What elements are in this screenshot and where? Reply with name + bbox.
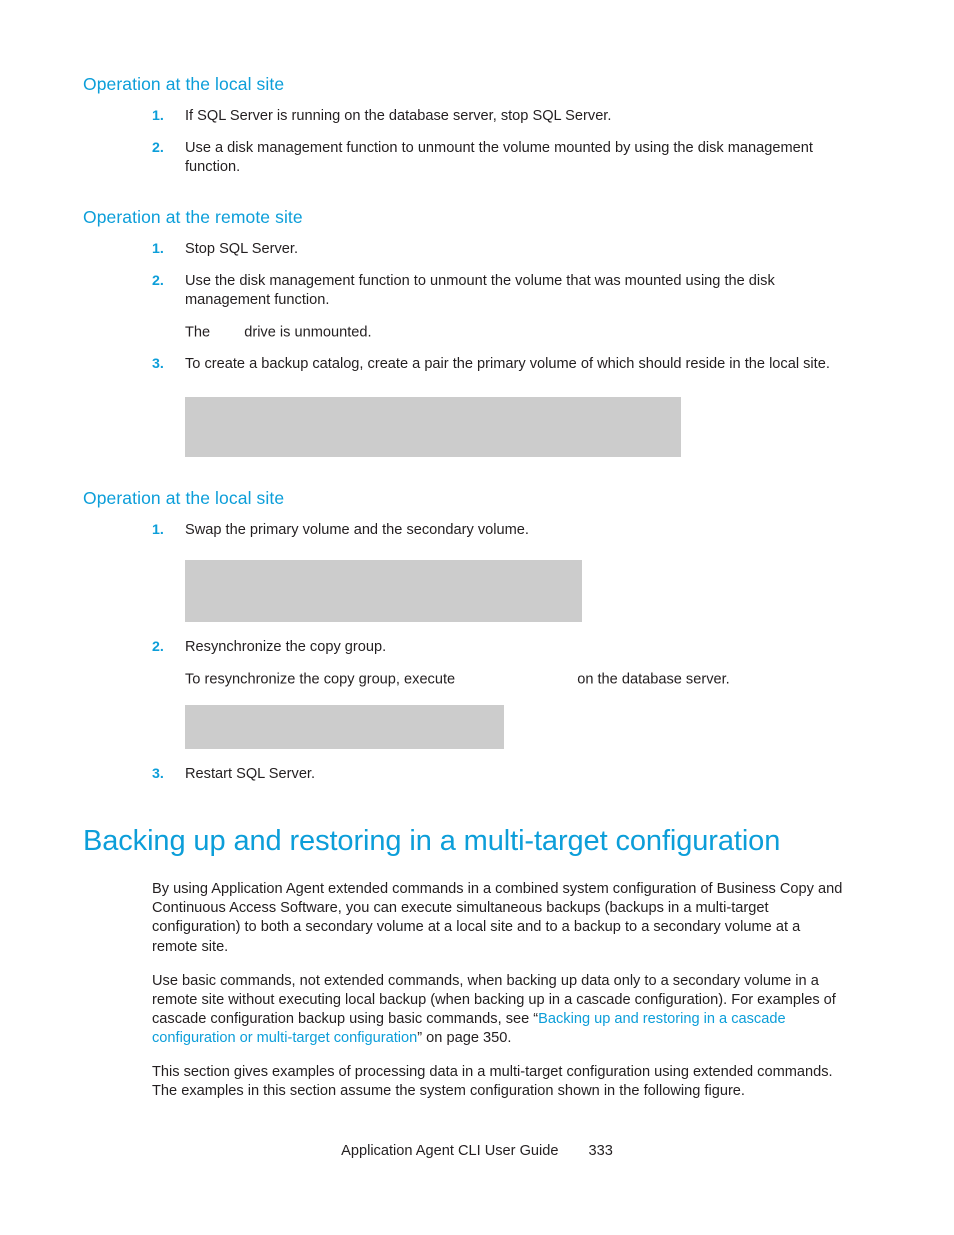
list-item: 2. Use the disk management function to u…	[152, 272, 843, 343]
page-content: Operation at the local site 1. If SQL Se…	[83, 74, 843, 1101]
list-item-text: Resynchronize the copy group.	[185, 638, 387, 655]
list-item-text: Use the disk management function to unmo…	[185, 272, 775, 308]
steps-local-site-2: 1. Swap the primary volume and the secon…	[83, 521, 843, 540]
footer-guide-title: Application Agent CLI User Guide	[341, 1143, 559, 1159]
note-suffix: drive is unmounted.	[244, 324, 372, 341]
list-marker: 2.	[152, 272, 164, 289]
page-title-backing-up-multi-target: Backing up and restoring in a multi-targ…	[83, 825, 781, 858]
list-marker: 3.	[152, 766, 164, 783]
list-item-text: Stop SQL Server.	[185, 240, 299, 257]
list-item-note: The drive is unmounted.	[185, 322, 843, 343]
note-suffix: on the database server.	[577, 671, 730, 688]
list-item: 1. Swap the primary volume and the secon…	[152, 521, 843, 540]
list-marker: 1.	[152, 107, 164, 124]
list-item: 2. Resynchronize the copy group. To resy…	[152, 638, 843, 690]
list-marker: 3.	[152, 356, 164, 373]
steps-local-site-2-end: 3. Restart SQL Server.	[83, 765, 843, 784]
list-marker: 2.	[152, 139, 164, 156]
code-block-remote-pair	[185, 397, 681, 458]
paragraph-basic-commands: Use basic commands, not extended command…	[152, 972, 843, 1048]
note-prefix: To resynchronize the copy group, execute	[185, 671, 456, 688]
list-item-text: Use a disk management function to unmoun…	[185, 139, 813, 175]
code-block-resync	[185, 705, 504, 750]
list-item-text: Swap the primary volume and the secondar…	[185, 521, 529, 538]
heading-operation-local-site-1: Operation at the local site	[83, 74, 285, 94]
list-item: 2. Use a disk management function to unm…	[152, 139, 843, 177]
list-item-text: To create a backup catalog, create a pai…	[185, 356, 830, 373]
steps-local-site-2-cont: 2. Resynchronize the copy group. To resy…	[83, 638, 843, 690]
paragraph-intro: By using Application Agent extended comm…	[152, 881, 843, 955]
footer-page-number: 333	[588, 1143, 613, 1159]
list-item-note: To resynchronize the copy group, execute…	[185, 669, 843, 690]
redacted-inline-drive-name	[210, 322, 240, 337]
code-block-swap	[185, 559, 582, 622]
list-marker: 2.	[152, 638, 164, 655]
note-prefix: The	[185, 324, 211, 341]
document-page: Operation at the local site 1. If SQL Se…	[0, 0, 954, 1235]
list-item: 1. If SQL Server is running on the datab…	[152, 107, 843, 126]
list-item: 1. Stop SQL Server.	[152, 240, 843, 259]
redacted-inline-command	[455, 669, 573, 684]
list-item-text: If SQL Server is running on the database…	[185, 107, 612, 124]
list-item: 3. Restart SQL Server.	[152, 765, 843, 784]
heading-operation-local-site-2: Operation at the local site	[83, 488, 285, 509]
list-marker: 1.	[152, 240, 164, 257]
steps-remote-site: 1. Stop SQL Server. 2. Use the disk mana…	[83, 240, 843, 374]
steps-local-site-1: 1. If SQL Server is running on the datab…	[83, 107, 843, 177]
paragraph-tail: ” on page 350.	[417, 1030, 512, 1046]
list-item: 3. To create a backup catalog, create a …	[152, 355, 843, 374]
page-footer: Application Agent CLI User Guide 333	[0, 1143, 954, 1159]
list-marker: 1.	[152, 521, 164, 538]
heading-operation-remote-site: Operation at the remote site	[83, 206, 303, 227]
list-item-text: Restart SQL Server.	[185, 766, 316, 783]
paragraph-section-overview: This section gives examples of processin…	[152, 1064, 833, 1100]
